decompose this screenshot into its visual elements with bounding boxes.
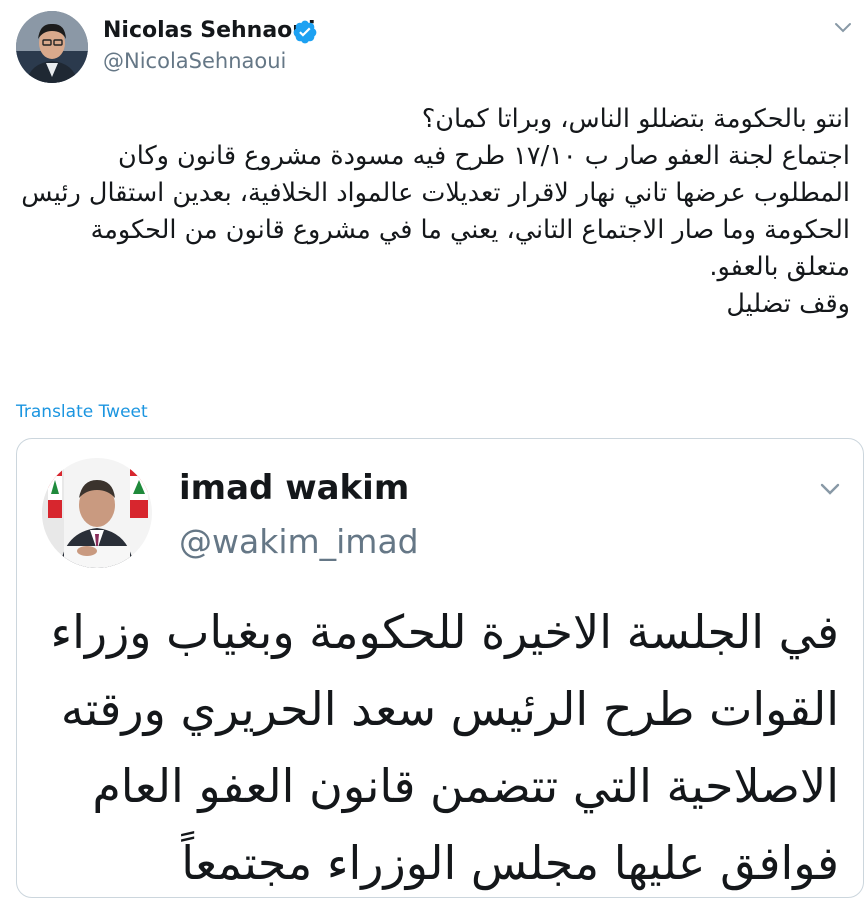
chevron-down-icon[interactable]	[818, 481, 842, 497]
quoted-tweet-text: في الجلسة الاخيرة للحكومة وبغياب وزراء ا…	[50, 605, 839, 890]
tweet-text: انتو بالحكومة بتضللو الناس، وبراتا كمان؟…	[21, 104, 850, 319]
verified-badge-icon	[293, 20, 317, 44]
quoted-author-handle[interactable]: @wakim_imad	[179, 522, 419, 562]
author-avatar[interactable]	[16, 11, 88, 83]
author-name[interactable]: Nicolas Sehnaoui	[103, 17, 316, 45]
quoted-tweet-card[interactable]: imad wakim @wakim_imad في الجلسة الاخيرة…	[16, 438, 864, 898]
chevron-down-icon[interactable]	[833, 21, 853, 35]
author-handle[interactable]: @NicolaSehnaoui	[103, 48, 286, 74]
avatar-image	[16, 11, 88, 83]
quoted-author-name[interactable]: imad wakim	[179, 467, 409, 509]
translate-tweet-link[interactable]: Translate Tweet	[16, 400, 148, 424]
avatar-image	[42, 458, 152, 568]
quoted-author-avatar[interactable]	[42, 458, 152, 568]
tweet: Nicolas Sehnaoui @NicolaSehnaoui انتو با…	[0, 0, 866, 898]
